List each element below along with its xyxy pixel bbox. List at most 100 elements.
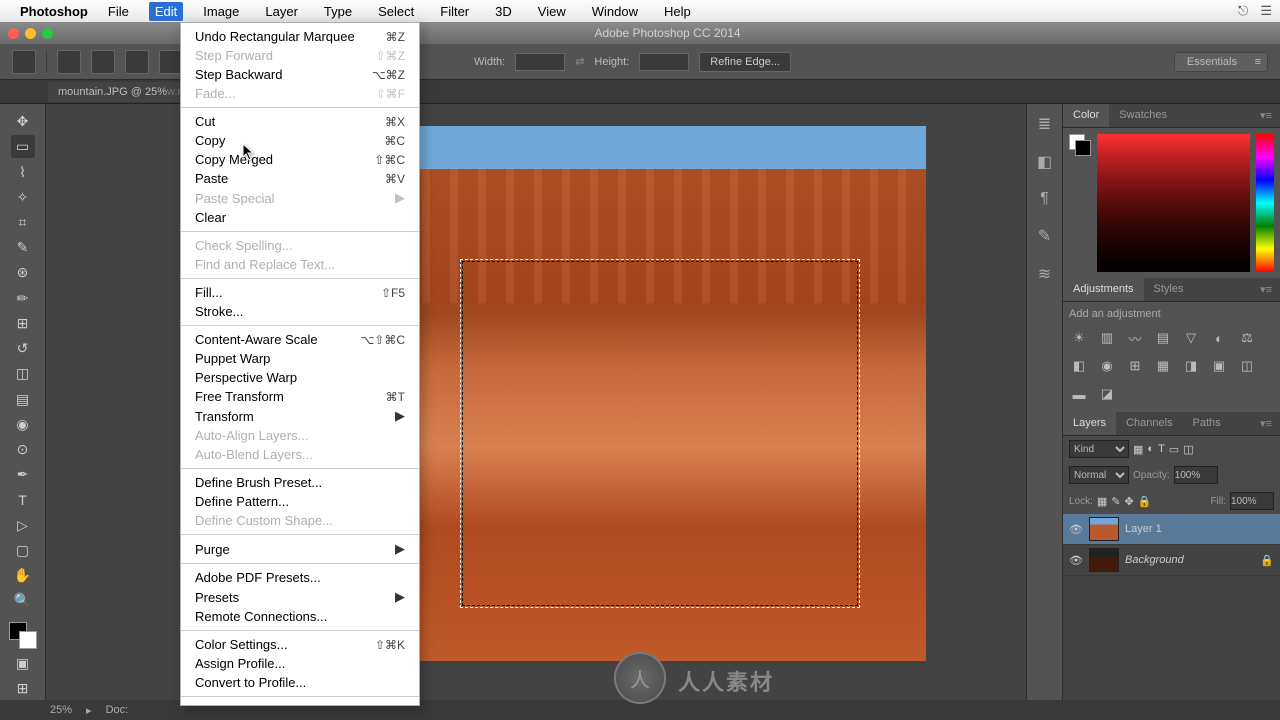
edit-menu-item[interactable]: Color Settings...⇧⌘K (181, 635, 419, 654)
lock-position-icon[interactable]: ✥ (1125, 495, 1134, 508)
tool-preset-icon[interactable] (12, 50, 36, 74)
menu-help[interactable]: Help (658, 2, 697, 21)
blur-tool-icon[interactable]: ◉ (11, 413, 35, 436)
screen-mode-icon[interactable]: ⊞ (11, 677, 35, 700)
color-tab[interactable]: Color (1063, 104, 1109, 127)
edit-menu-item[interactable]: Purge▶ (181, 539, 419, 559)
invert-adjustment-icon[interactable]: ◨ (1181, 356, 1201, 376)
edit-menu-item[interactable]: Assign Profile... (181, 654, 419, 673)
pen-tool-icon[interactable]: ✒ (11, 463, 35, 486)
zoom-tool-icon[interactable]: 🔍 (11, 589, 35, 612)
refine-edge-button[interactable]: Refine Edge... (699, 52, 791, 72)
hue-strip[interactable] (1256, 134, 1274, 272)
brush-tool-icon[interactable]: ✏ (11, 287, 35, 310)
workspace-selector[interactable]: Essentials (1174, 52, 1268, 72)
edit-menu-item[interactable]: Content-Aware Scale⌥⇧⌘C (181, 330, 419, 349)
menu-edit[interactable]: Edit (149, 2, 183, 21)
move-tool-icon[interactable]: ✥ (11, 110, 35, 133)
color-balance-adjustment-icon[interactable]: ⚖ (1237, 328, 1257, 348)
hand-tool-icon[interactable]: ✋ (11, 564, 35, 587)
properties-panel-icon[interactable]: ◧ (1037, 152, 1052, 172)
path-select-tool-icon[interactable]: ▷ (11, 514, 35, 537)
app-name[interactable]: Photoshop (20, 4, 88, 19)
clone-stamp-tool-icon[interactable]: ⊞ (11, 312, 35, 335)
styles-tab[interactable]: Styles (1144, 278, 1194, 301)
filter-shape-icon[interactable]: ▭ (1169, 443, 1179, 456)
edit-menu-item[interactable]: Clear (181, 208, 419, 227)
height-input[interactable] (639, 53, 689, 71)
filter-type-icon[interactable]: T (1158, 443, 1165, 455)
channel-mixer-adjustment-icon[interactable]: ⊞ (1125, 356, 1145, 376)
edit-menu-item[interactable]: Adobe PDF Presets... (181, 568, 419, 587)
menu-3d[interactable]: 3D (489, 2, 518, 21)
close-window-button[interactable] (8, 28, 19, 39)
swatches-tab[interactable]: Swatches (1109, 104, 1177, 127)
levels-adjustment-icon[interactable]: ▥ (1097, 328, 1117, 348)
marquee-mode-add-icon[interactable] (91, 50, 115, 74)
edit-menu-item[interactable]: Define Brush Preset... (181, 473, 419, 492)
curves-adjustment-icon[interactable]: 〰 (1125, 328, 1145, 348)
layer-filter-kind[interactable]: Kind (1069, 440, 1129, 458)
color-field[interactable] (1097, 134, 1250, 272)
hue-sat-adjustment-icon[interactable]: ◐ (1209, 328, 1229, 348)
marquee-tool-icon[interactable]: ▭ (11, 135, 35, 158)
paths-tab[interactable]: Paths (1183, 412, 1231, 435)
crop-tool-icon[interactable]: ⌗ (11, 211, 35, 234)
menu-filter[interactable]: Filter (434, 2, 475, 21)
gradient-tool-icon[interactable]: ▤ (11, 387, 35, 410)
blend-mode-select[interactable]: Normal (1069, 466, 1129, 484)
lock-transparency-icon[interactable]: ▦ (1097, 495, 1107, 508)
edit-menu-item[interactable]: Transform▶ (181, 406, 419, 426)
swap-dimensions-icon[interactable]: ⇄ (575, 55, 584, 68)
edit-menu-item[interactable]: Copy Merged⇧⌘C (181, 150, 419, 169)
layer-row[interactable]: 👁 Background 🔒 (1063, 545, 1280, 576)
edit-menu-item[interactable]: Stroke... (181, 302, 419, 321)
layer-thumbnail[interactable] (1089, 517, 1119, 541)
minimize-window-button[interactable] (25, 28, 36, 39)
layer-thumbnail[interactable] (1089, 548, 1119, 572)
filter-adjust-icon[interactable]: ◐ (1147, 443, 1154, 455)
edit-menu-item[interactable]: Puppet Warp (181, 349, 419, 368)
filter-pixel-icon[interactable]: ▦ (1133, 443, 1143, 456)
eraser-tool-icon[interactable]: ◫ (11, 362, 35, 385)
brush-panel-icon[interactable]: ✎ (1038, 226, 1051, 246)
vibrance-adjustment-icon[interactable]: ▽ (1181, 328, 1201, 348)
zoom-window-button[interactable] (42, 28, 53, 39)
width-input[interactable] (515, 53, 565, 71)
menu-image[interactable]: Image (197, 2, 245, 21)
menu-type[interactable]: Type (318, 2, 358, 21)
quick-mask-icon[interactable]: ▣ (11, 651, 35, 674)
magic-wand-tool-icon[interactable]: ✧ (11, 186, 35, 209)
spot-heal-tool-icon[interactable]: ⊛ (11, 261, 35, 284)
bw-adjustment-icon[interactable]: ◧ (1069, 356, 1089, 376)
color-swatches[interactable] (9, 622, 37, 649)
doc-info-icon[interactable]: ▸ (86, 704, 92, 717)
color-panel-menu-icon[interactable]: ▾≡ (1252, 104, 1280, 127)
edit-menu-item[interactable]: Undo Rectangular Marquee⌘Z (181, 27, 419, 46)
photo-filter-adjustment-icon[interactable]: ◉ (1097, 356, 1117, 376)
adjustments-tab[interactable]: Adjustments (1063, 278, 1144, 301)
zoom-level[interactable]: 25% (50, 704, 72, 716)
gradient-map-adjustment-icon[interactable]: ▬ (1069, 384, 1089, 404)
edit-menu-item[interactable]: Define Pattern... (181, 492, 419, 511)
list-icon[interactable]: ☰ (1260, 3, 1272, 19)
layers-panel-menu-icon[interactable]: ▾≡ (1252, 412, 1280, 435)
character-panel-icon[interactable]: ¶ (1040, 190, 1049, 208)
type-tool-icon[interactable]: T (11, 488, 35, 511)
history-brush-tool-icon[interactable]: ↺ (11, 337, 35, 360)
lasso-tool-icon[interactable]: ⌇ (11, 160, 35, 183)
edit-menu-item[interactable]: Free Transform⌘T (181, 387, 419, 406)
layer-name[interactable]: Background (1125, 554, 1254, 566)
edit-menu-item[interactable]: Presets▶ (181, 587, 419, 607)
history-panel-icon[interactable]: ≣ (1038, 114, 1051, 134)
filter-smart-icon[interactable]: ◫ (1183, 443, 1193, 456)
opacity-input[interactable] (1174, 466, 1218, 484)
exposure-adjustment-icon[interactable]: ▤ (1153, 328, 1173, 348)
dodge-tool-icon[interactable]: ⊙ (11, 438, 35, 461)
color-lookup-adjustment-icon[interactable]: ▦ (1153, 356, 1173, 376)
marquee-mode-sub-icon[interactable] (125, 50, 149, 74)
edit-menu-item[interactable]: Paste⌘V (181, 169, 419, 188)
adjustments-panel-icon[interactable]: ≋ (1038, 264, 1051, 284)
selective-color-adjustment-icon[interactable]: ◪ (1097, 384, 1117, 404)
fill-input[interactable] (1230, 492, 1274, 510)
